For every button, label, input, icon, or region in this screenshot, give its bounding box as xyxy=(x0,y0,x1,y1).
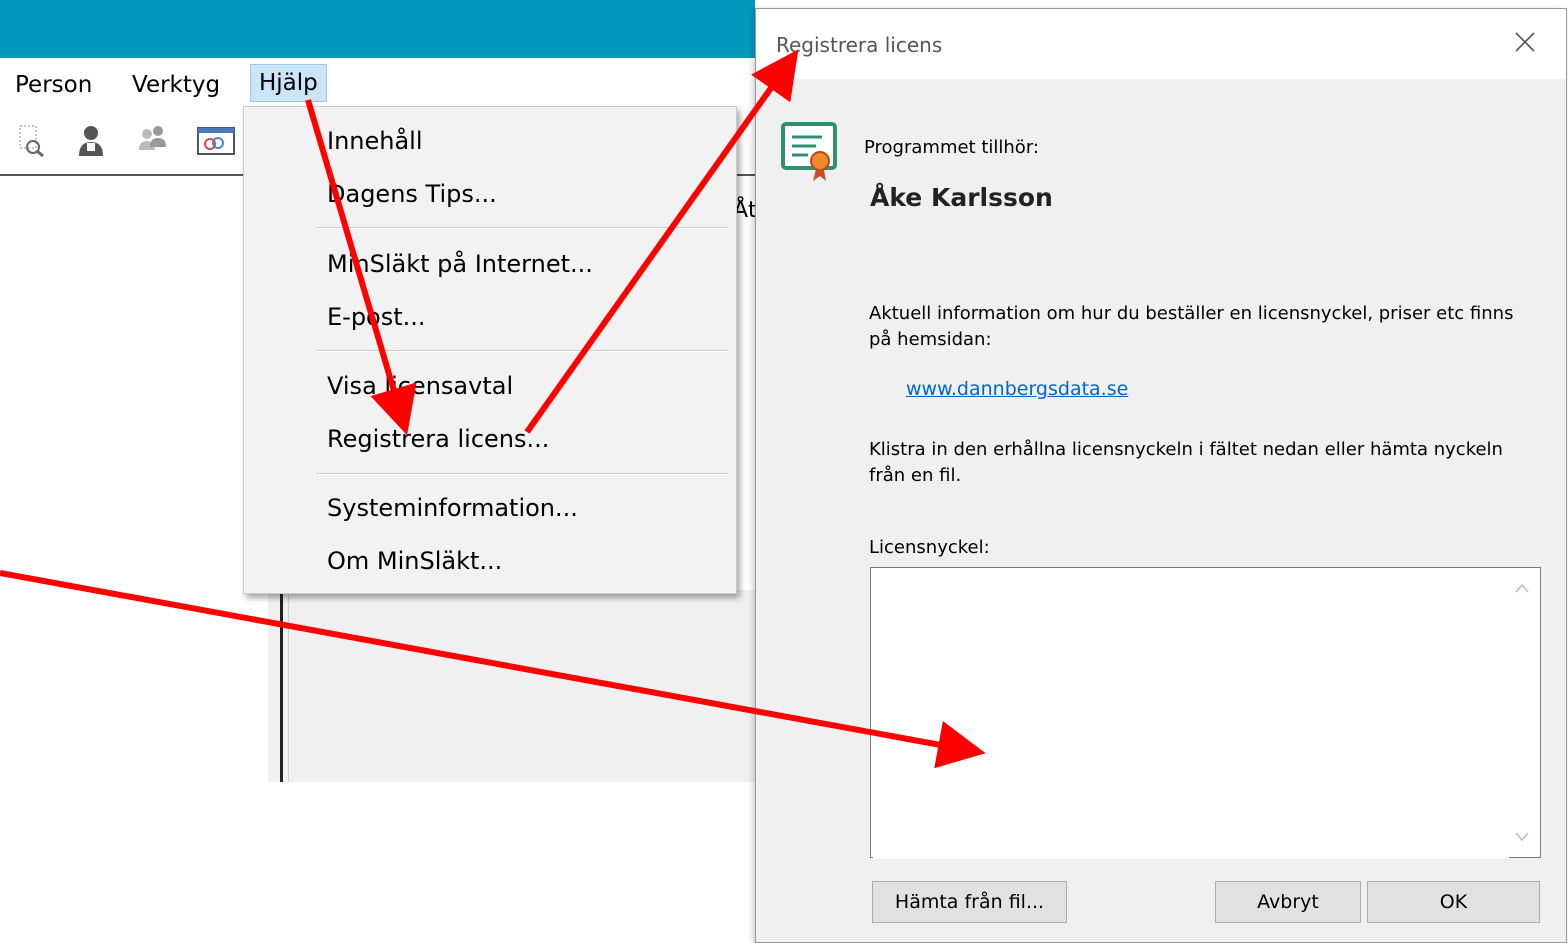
menu-item-om-minslakt[interactable]: Om MinSläkt... xyxy=(327,547,502,575)
menubar: Person Verktyg Hjälp xyxy=(0,58,755,110)
fetch-from-file-button[interactable]: Hämta från fil... xyxy=(872,881,1067,923)
menu-item-innehall[interactable]: Innehåll xyxy=(327,127,423,155)
search-person-icon[interactable] xyxy=(16,122,46,158)
dialog-title: Registrera licens xyxy=(776,33,943,57)
persons-icon[interactable] xyxy=(137,122,167,158)
panel-divider[interactable] xyxy=(280,590,283,782)
owner-label: Programmet tillhör: xyxy=(864,137,1039,158)
menu-item-dagens-tips[interactable]: Dagens Tips... xyxy=(327,180,497,208)
cancel-button[interactable]: Avbryt xyxy=(1215,881,1361,923)
help-dropdown-menu: Innehåll Dagens Tips... MinSläkt på Inte… xyxy=(243,106,737,594)
chevron-up-icon[interactable] xyxy=(1514,582,1530,594)
family-chart-icon[interactable] xyxy=(196,122,236,158)
info-text: Aktuell information om hur du beställer … xyxy=(869,303,1514,350)
menu-item-minslakt-internet[interactable]: MinSläkt på Internet... xyxy=(327,250,593,278)
menu-hjalp[interactable]: Hjälp xyxy=(250,64,327,102)
license-key-label: Licensnyckel: xyxy=(869,537,990,558)
register-license-dialog: Registrera licens Programmet tillhör: Åk… xyxy=(755,8,1567,943)
lower-panel xyxy=(268,590,755,782)
ok-button[interactable]: OK xyxy=(1367,881,1540,923)
paste-instructions: Klistra in den erhållna licensnyckeln i … xyxy=(869,439,1503,486)
person-icon[interactable] xyxy=(76,122,106,158)
panel-divider-highlight xyxy=(288,590,289,782)
menu-item-registrera-licens[interactable]: Registrera licens... xyxy=(327,425,549,453)
chevron-down-icon[interactable] xyxy=(1514,831,1530,843)
menu-separator xyxy=(316,350,728,352)
app-titlebar xyxy=(0,0,755,58)
certificate-icon xyxy=(781,122,837,181)
menu-item-systeminformation[interactable]: Systeminformation... xyxy=(327,494,578,522)
menu-separator xyxy=(316,473,728,475)
license-key-scrollbar[interactable] xyxy=(1504,568,1540,857)
menu-verktyg[interactable]: Verktyg xyxy=(127,70,225,100)
license-key-field xyxy=(870,567,1541,859)
menu-item-e-post[interactable]: E-post... xyxy=(327,303,426,331)
website-link[interactable]: www.dannbergsdata.se xyxy=(906,378,1128,400)
owner-name: Åke Karlsson xyxy=(870,183,1053,212)
menu-item-visa-licensavtal[interactable]: Visa licensavtal xyxy=(327,372,513,400)
license-key-input[interactable] xyxy=(873,570,1509,859)
menu-separator xyxy=(316,227,728,229)
close-icon[interactable] xyxy=(1510,27,1540,57)
menu-person[interactable]: Person xyxy=(10,70,97,100)
